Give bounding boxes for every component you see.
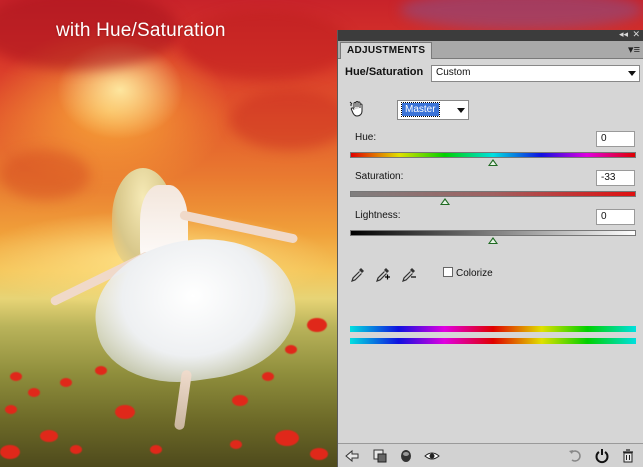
panel-menu-icon[interactable]: ▾≡ xyxy=(628,43,640,57)
saturation-slider-thumb[interactable] xyxy=(440,198,450,205)
adjustment-title: Hue/Saturation xyxy=(345,66,424,78)
hue-label: Hue: xyxy=(355,132,377,143)
panel-bottom-toolbar xyxy=(338,443,643,467)
hue-slider-thumb[interactable] xyxy=(488,159,498,166)
channel-dropdown[interactable]: Master xyxy=(397,100,469,120)
colorize-checkbox[interactable]: Colorize xyxy=(443,267,493,279)
panel-title-strip: ◂◂ ✕ xyxy=(338,29,643,41)
preset-value: Custom xyxy=(436,67,471,78)
preset-dropdown[interactable]: Custom xyxy=(431,65,640,82)
hue-slider-track[interactable] xyxy=(350,152,636,158)
colorize-checkbox-box[interactable] xyxy=(443,267,453,277)
view-previous-state-arrow-icon[interactable] xyxy=(568,448,584,464)
reset-icon[interactable] xyxy=(594,448,610,464)
delete-icon[interactable] xyxy=(620,448,636,464)
return-to-list-icon[interactable] xyxy=(344,448,360,464)
output-color-bar xyxy=(350,338,636,344)
image-caption: with Hue/Saturation xyxy=(56,20,226,41)
lightness-slider-track[interactable] xyxy=(350,230,636,236)
saturation-slider-track[interactable] xyxy=(350,191,636,197)
eyedropper-plus-icon[interactable] xyxy=(375,266,391,282)
colorize-label: Colorize xyxy=(456,268,493,279)
hue-input[interactable]: 0 xyxy=(596,131,635,147)
channel-value: Master xyxy=(401,102,440,117)
lightness-label: Lightness: xyxy=(355,210,401,221)
view-previous-state-icon[interactable] xyxy=(424,448,440,464)
close-panel-icon[interactable]: ✕ xyxy=(632,29,640,40)
targeted-adjustment-hand-icon[interactable] xyxy=(349,100,367,118)
saturation-input[interactable]: -33 xyxy=(596,170,635,186)
saturation-label: Saturation: xyxy=(355,171,404,182)
eyedropper-minus-icon[interactable] xyxy=(401,266,417,282)
adjustments-panel: ◂◂ ✕ ADJUSTMENTS ▾≡ Hue/Saturation Custo… xyxy=(337,29,643,467)
chevron-down-icon xyxy=(457,108,465,113)
panel-tab-bar: ADJUSTMENTS ▾≡ xyxy=(338,41,643,59)
clip-to-layer-icon[interactable] xyxy=(372,448,388,464)
chevron-down-icon xyxy=(628,71,636,76)
collapse-panel-icon[interactable]: ◂◂ xyxy=(619,29,628,40)
lightness-input[interactable]: 0 xyxy=(596,209,635,225)
eyedropper-icon[interactable] xyxy=(350,266,366,282)
lightness-slider-thumb[interactable] xyxy=(488,237,498,244)
tab-adjustments[interactable]: ADJUSTMENTS xyxy=(340,42,433,59)
layer-visibility-toggle-icon[interactable] xyxy=(398,448,414,464)
input-color-bar xyxy=(350,326,636,332)
